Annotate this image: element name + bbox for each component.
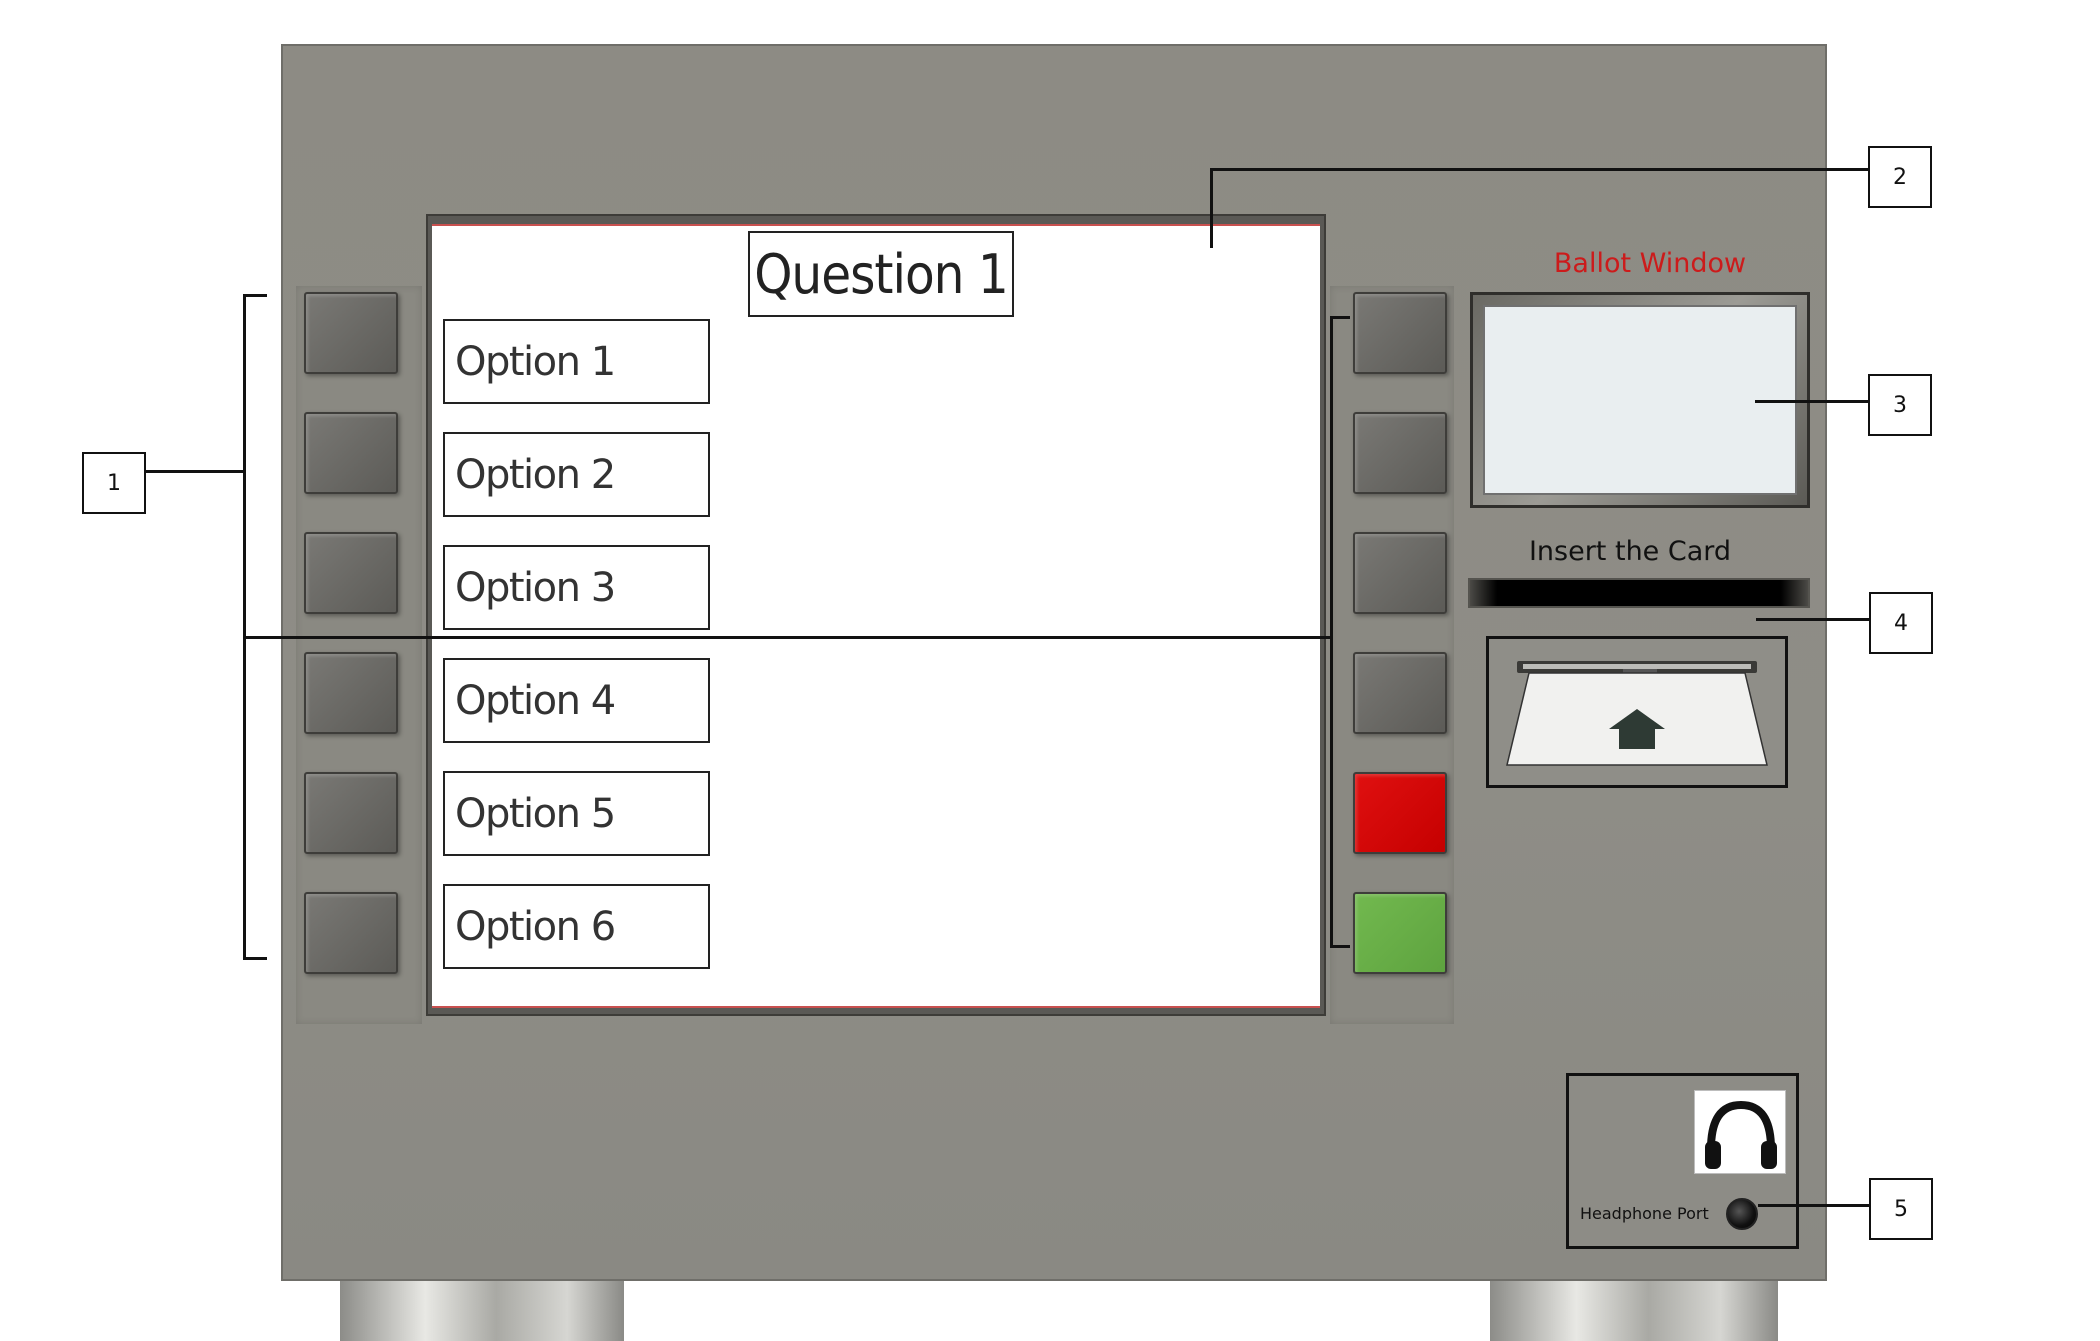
callout-1-bracket-top [243, 294, 267, 297]
right-function-button-4[interactable] [1353, 652, 1447, 734]
card-slot[interactable] [1468, 578, 1810, 608]
callout-2: 2 [1868, 146, 1932, 208]
callout-4: 4 [1869, 592, 1933, 654]
callout-1-right-bracket [1330, 316, 1333, 948]
callout-1-right-bracket-top [1330, 316, 1350, 319]
ballot-window-glass [1483, 305, 1797, 495]
callout-4-leader [1756, 618, 1871, 621]
option-box-4[interactable]: Option 4 [443, 658, 710, 743]
callout-1-bracket [243, 294, 246, 960]
option-box-1[interactable]: Option 1 [443, 319, 710, 404]
option-box-3[interactable]: Option 3 [443, 545, 710, 630]
right-function-button-3[interactable] [1353, 532, 1447, 614]
confirm-button-green[interactable] [1353, 892, 1447, 974]
headphones-icon [1694, 1090, 1786, 1174]
question-title: Question 1 [748, 231, 1014, 317]
left-select-button-6[interactable] [304, 892, 398, 974]
headphone-port-label: Headphone Port [1580, 1204, 1709, 1223]
callout-3: 3 [1868, 374, 1932, 436]
headphone-jack[interactable] [1726, 1198, 1758, 1230]
callout-1-right-bracket-bottom [1330, 945, 1350, 948]
callout-1-bracket-bottom [243, 957, 267, 960]
cancel-button-red[interactable] [1353, 772, 1447, 854]
insert-card-label: Insert the Card [1528, 536, 1732, 567]
left-select-button-2[interactable] [304, 412, 398, 494]
callout-1-leader [146, 470, 244, 473]
callout-1-connector [243, 636, 1330, 639]
option-box-6[interactable]: Option 6 [443, 884, 710, 969]
left-select-button-5[interactable] [304, 772, 398, 854]
card-insert-icon [1506, 661, 1768, 766]
ballot-window-label: Ballot Window [1553, 248, 1747, 279]
callout-2-leader [1210, 168, 1870, 171]
callout-2-leader-vertical [1210, 168, 1213, 248]
callout-3-leader [1755, 400, 1870, 403]
left-select-button-1[interactable] [304, 292, 398, 374]
option-box-2[interactable]: Option 2 [443, 432, 710, 517]
left-select-button-3[interactable] [304, 532, 398, 614]
callout-5: 5 [1869, 1178, 1933, 1240]
callout-1: 1 [82, 452, 146, 514]
option-box-5[interactable]: Option 5 [443, 771, 710, 856]
right-function-button-2[interactable] [1353, 412, 1447, 494]
machine-leg-right [1490, 1281, 1778, 1341]
card-insert-diagram [1486, 636, 1788, 788]
machine-leg-left [340, 1281, 624, 1341]
left-select-button-4[interactable] [304, 652, 398, 734]
callout-5-leader [1758, 1204, 1871, 1207]
right-function-button-1[interactable] [1353, 292, 1447, 374]
